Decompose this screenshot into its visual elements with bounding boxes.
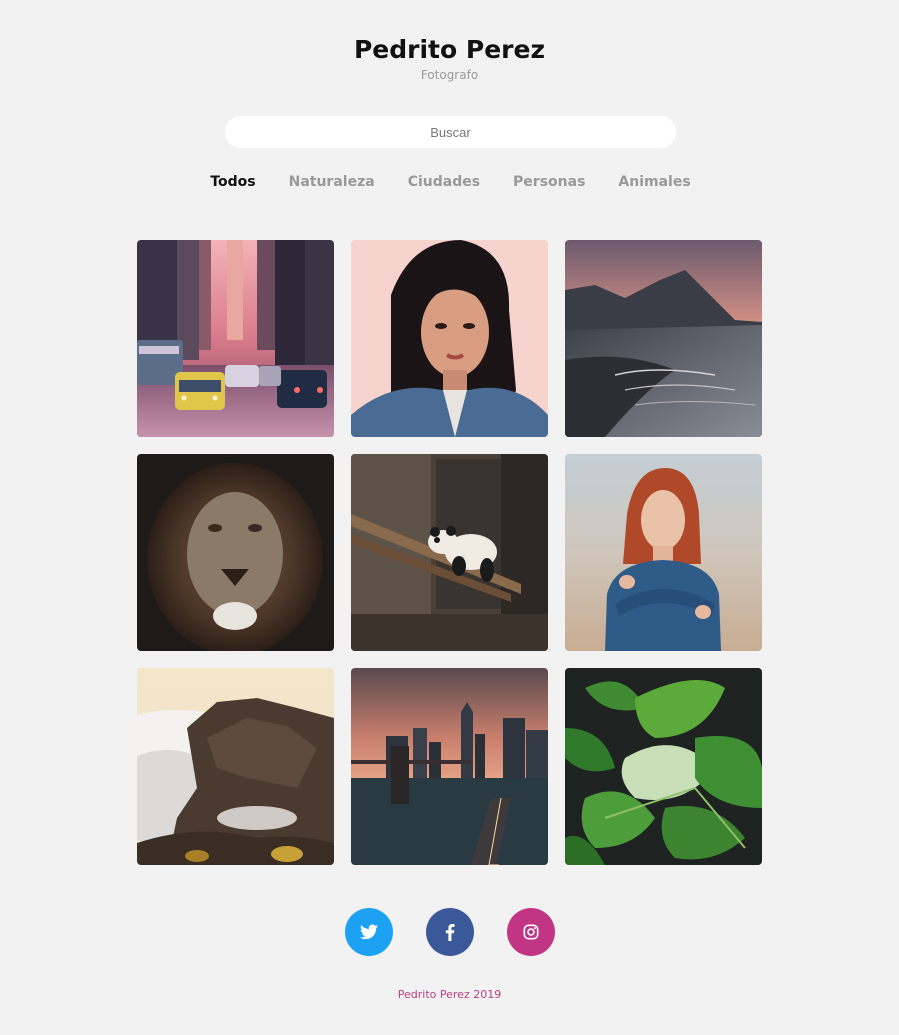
photo-gallery <box>137 240 762 865</box>
facebook-icon <box>445 923 455 941</box>
city-street-image <box>137 240 334 437</box>
photo-woman-portrait[interactable] <box>351 240 548 437</box>
city-skyline-image <box>351 668 548 865</box>
filter-naturaleza[interactable]: Naturaleza <box>289 172 375 192</box>
photo-panda[interactable] <box>351 454 548 651</box>
green-leaves-image <box>565 668 762 865</box>
instagram-button[interactable] <box>506 908 555 956</box>
filter-todos[interactable]: Todos <box>210 172 255 192</box>
filter-animales[interactable]: Animales <box>618 172 690 192</box>
photo-lion[interactable] <box>137 454 334 651</box>
twitter-icon <box>359 924 378 940</box>
site-subtitle: Fotografo <box>420 68 479 82</box>
search-input[interactable] <box>225 116 676 148</box>
photo-cliffs-clouds[interactable] <box>137 668 334 865</box>
panda-image <box>351 454 548 651</box>
photo-city-street[interactable] <box>137 240 334 437</box>
instagram-icon <box>523 924 538 940</box>
photo-redhead-woman[interactable] <box>565 454 762 651</box>
social-links <box>0 908 899 956</box>
footer-text: Pedrito Perez 2019 <box>397 988 502 1001</box>
twitter-button[interactable] <box>344 908 393 956</box>
filter-ciudades[interactable]: Ciudades <box>408 172 480 192</box>
site-header: Pedrito Perez Fotografo <box>0 34 899 83</box>
filter-personas[interactable]: Personas <box>513 172 585 192</box>
redhead-woman-image <box>565 454 762 651</box>
cliffs-clouds-image <box>137 668 334 865</box>
woman-portrait-image <box>351 240 548 437</box>
lion-image <box>137 454 334 651</box>
mountain-beach-image <box>565 240 762 437</box>
facebook-button[interactable] <box>425 908 474 956</box>
photo-city-skyline[interactable] <box>351 668 548 865</box>
photo-mountain-beach[interactable] <box>565 240 762 437</box>
photo-green-leaves[interactable] <box>565 668 762 865</box>
category-filters: Todos Naturaleza Ciudades Personas Anima… <box>0 172 899 192</box>
site-title: Pedrito Perez <box>353 35 545 64</box>
